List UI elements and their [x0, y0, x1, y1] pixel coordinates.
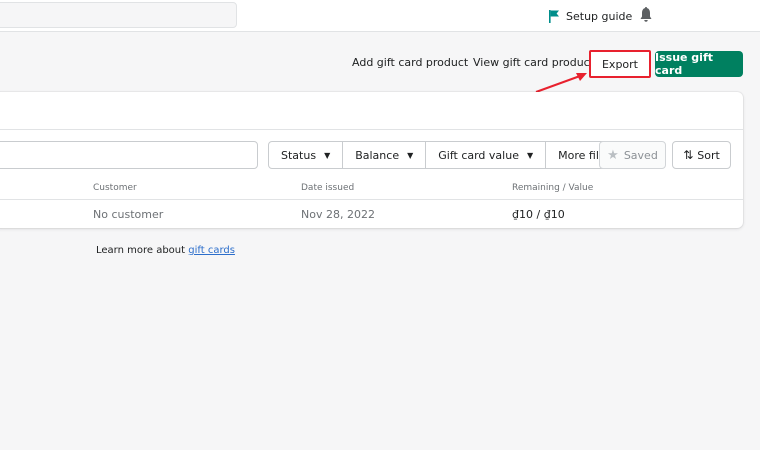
caret-down-icon: ▼ [324, 150, 331, 160]
column-header-remaining-value[interactable]: Remaining / Value [512, 183, 593, 193]
issue-gift-card-button[interactable]: Issue gift card [655, 51, 743, 77]
table-header: Customer Date issued Remaining / Value [0, 178, 743, 200]
page-actions: Add gift card product View gift card pro… [0, 50, 760, 78]
filter-label: Status [281, 148, 317, 162]
saved-button[interactable]: ★ Saved [599, 141, 666, 169]
issue-gift-card-label: Issue gift card [655, 51, 713, 77]
table-row[interactable]: No customer Nov 28, 2022 ₫10 / ₫10 [0, 201, 743, 228]
export-button[interactable]: Export [589, 50, 651, 78]
cell-customer: No customer [93, 208, 164, 221]
star-icon: ★ [607, 147, 619, 163]
tabs-divider [0, 129, 743, 130]
filter-status[interactable]: Status ▼ [269, 142, 344, 168]
filter-button-group: Status ▼ Balance ▼ Gift card value ▼ Mor… [268, 141, 634, 169]
footer-help: Learn more about gift cards [96, 245, 235, 256]
top-bar: Setup guide [0, 0, 760, 32]
cell-remaining-value: ₫10 / ₫10 [512, 208, 565, 221]
gift-cards-link[interactable]: gift cards [188, 245, 235, 256]
setup-guide-label: Setup guide [566, 9, 633, 23]
filter-search-input[interactable] [0, 141, 258, 169]
view-gift-card-products-button[interactable]: View gift card products [473, 56, 600, 69]
caret-down-icon: ▼ [526, 150, 534, 160]
caret-down-icon: ▼ [407, 150, 414, 160]
flag-icon [549, 9, 559, 23]
footer-help-text: Learn more about [96, 245, 189, 256]
add-gift-card-product-button[interactable]: Add gift card product [352, 56, 468, 69]
gift-cards-card: Status ▼ Balance ▼ Gift card value ▼ Mor… [0, 92, 743, 228]
saved-label: Saved [623, 148, 658, 162]
sort-label: Sort [697, 148, 720, 162]
column-header-customer[interactable]: Customer [93, 183, 137, 193]
bell-icon[interactable] [639, 7, 653, 23]
filter-label: Balance [355, 148, 400, 162]
setup-guide-button[interactable]: Setup guide [548, 8, 632, 24]
sort-arrows-icon: ⇅ [683, 148, 694, 162]
search-input[interactable] [0, 2, 237, 28]
filter-label: Gift card value [438, 148, 519, 162]
column-header-date-issued[interactable]: Date issued [301, 183, 354, 193]
export-label: Export [601, 57, 638, 71]
sort-button[interactable]: ⇅ Sort [672, 141, 731, 169]
filter-balance[interactable]: Balance ▼ [343, 142, 427, 168]
cell-date-issued: Nov 28, 2022 [301, 208, 375, 221]
filter-gift-card-value[interactable]: Gift card value ▼ [426, 142, 547, 168]
